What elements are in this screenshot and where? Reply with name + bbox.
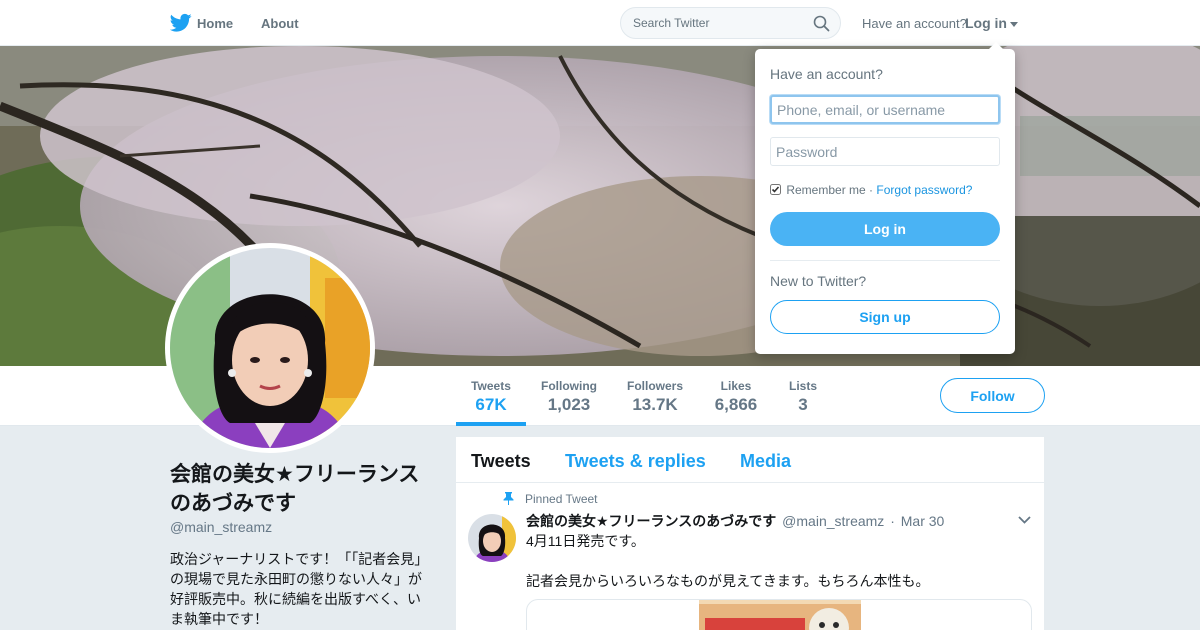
profile-handle[interactable]: @main_streamz xyxy=(170,519,272,535)
nav-about-link[interactable]: About xyxy=(261,16,299,31)
profile-bio: 政治ジャーナリストです！「「記者会見」の現場で見た永田町の懲りない人々」が好評販… xyxy=(170,551,429,627)
new-to-twitter-text: New to Twitter? xyxy=(770,273,867,289)
tweet-author-name[interactable]: 会館の美女★フリーランスのあづみです xyxy=(526,513,776,529)
profile-name: 会館の美女★フリーランスのあづみです xyxy=(170,463,420,515)
twitter-bird-icon[interactable] xyxy=(170,13,192,33)
avatar-image xyxy=(170,248,370,448)
tweet-avatar-image xyxy=(468,514,516,562)
stat-label: Likes xyxy=(720,379,752,393)
remember-separator: · xyxy=(869,183,874,197)
timeline-tabs: Tweets Tweets & replies Media xyxy=(456,437,1044,483)
book-cover-image xyxy=(699,600,861,630)
stat-value: 67K xyxy=(475,395,507,414)
stat-lists[interactable]: Lists 3 xyxy=(783,366,823,426)
tweet-separator: · xyxy=(890,513,895,529)
login-dropdown-title: Have an account? xyxy=(770,66,883,82)
tweet-text-line: 記者会見からいろいろなものが見えてきます。もちろん本性も。 xyxy=(526,573,930,589)
dropdown-arrow xyxy=(989,42,1003,49)
stat-value: 6,866 xyxy=(714,395,758,414)
login-button[interactable]: Log in xyxy=(770,212,1000,246)
stat-likes[interactable]: Likes 6,866 xyxy=(706,366,766,426)
login-dropdown-toggle[interactable]: Log in xyxy=(965,15,1018,31)
divider xyxy=(770,260,1000,261)
stat-label: Tweets xyxy=(471,379,511,393)
tab-media[interactable]: Media xyxy=(740,451,791,472)
username-input[interactable] xyxy=(770,95,1000,124)
search-input[interactable] xyxy=(633,16,803,30)
caret-down-icon xyxy=(1010,21,1018,27)
tweet-text-line: 4月11日発売です。 xyxy=(526,533,645,549)
tweet-header: 会館の美女★フリーランスのあづみです @main_streamz · Mar 3… xyxy=(526,511,944,531)
timeline: Tweets Tweets & replies Media Pinned Twe… xyxy=(456,437,1044,630)
stat-label: Lists xyxy=(788,379,817,393)
tweet-media-card[interactable] xyxy=(526,599,1032,630)
password-input[interactable] xyxy=(770,137,1000,166)
pinned-tweet-label: Pinned Tweet xyxy=(525,492,598,506)
nav-home-link[interactable]: Home xyxy=(197,16,233,31)
tab-tweets[interactable]: Tweets xyxy=(471,451,531,472)
tweet-date[interactable]: Mar 30 xyxy=(901,513,945,529)
tweet-author-handle[interactable]: @main_streamz xyxy=(782,513,884,529)
search-box xyxy=(620,7,841,39)
stat-tweets[interactable]: Tweets 67K xyxy=(456,366,526,426)
top-navigation: Home About Have an account? Log in xyxy=(0,0,1200,46)
stat-value: 3 xyxy=(798,395,808,414)
stat-label: Followers xyxy=(626,379,683,393)
tweet-avatar[interactable] xyxy=(468,514,516,562)
stat-value: 13.7K xyxy=(632,395,678,414)
tab-tweets-replies[interactable]: Tweets & replies xyxy=(565,451,706,472)
login-toggle-label: Log in xyxy=(965,15,1007,31)
forgot-password-link[interactable]: Forgot password? xyxy=(876,183,972,197)
stat-following[interactable]: Following 1,023 xyxy=(536,366,602,426)
stat-label: Following xyxy=(541,379,597,393)
profile-avatar[interactable] xyxy=(165,243,375,453)
follow-button[interactable]: Follow xyxy=(940,378,1045,413)
have-account-text: Have an account? xyxy=(862,16,967,31)
stat-value: 1,023 xyxy=(547,395,591,414)
pin-icon xyxy=(503,492,514,505)
search-icon[interactable] xyxy=(813,15,830,32)
chevron-down-icon[interactable] xyxy=(1018,516,1031,524)
checkbox-icon[interactable] xyxy=(770,184,781,195)
remember-me-label[interactable]: Remember me xyxy=(786,183,865,197)
remember-me-row: Remember me · Forgot password? xyxy=(770,183,972,197)
stat-followers[interactable]: Followers 13.7K xyxy=(622,366,688,426)
signup-button[interactable]: Sign up xyxy=(770,300,1000,334)
login-dropdown: Have an account? Remember me · Forgot pa… xyxy=(755,42,1015,354)
